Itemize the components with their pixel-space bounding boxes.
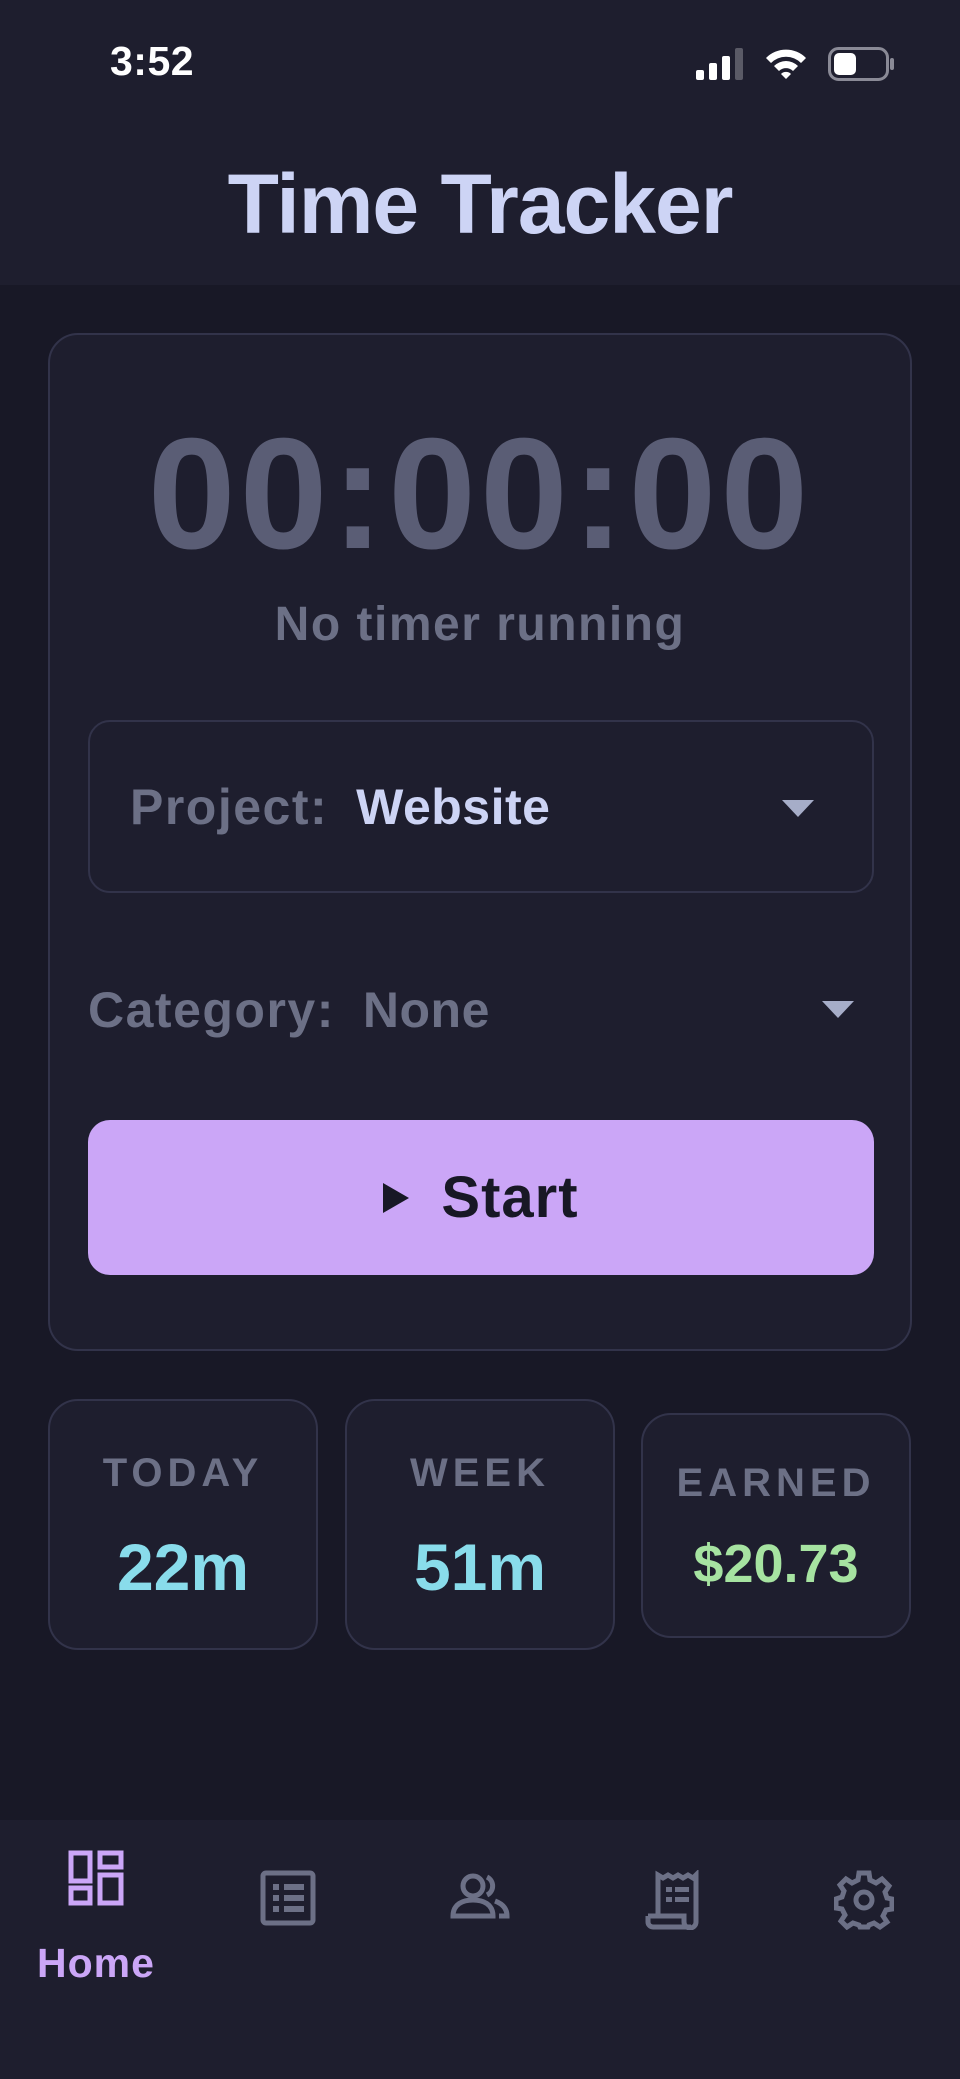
stat-earned-value: $20.73 — [693, 1534, 859, 1594]
timer-display: 00:00:00 — [147, 406, 813, 582]
people-icon — [450, 1873, 510, 1919]
stat-week-value: 51m — [413, 1530, 547, 1604]
nav-item-settings[interactable] — [784, 1870, 944, 2010]
receipt-icon — [645, 1870, 699, 1930]
chevron-down-icon — [822, 1001, 854, 1018]
stat-week-card: WEEK 51m — [345, 1399, 615, 1650]
play-icon — [383, 1182, 410, 1213]
category-value: None — [362, 982, 490, 1038]
stat-today-value: 22m — [116, 1530, 250, 1604]
gear-icon — [834, 1870, 894, 1930]
nav-item-home[interactable]: Home — [16, 1850, 176, 1990]
project-label: Project: — [130, 778, 329, 835]
stat-week-label: WEEK — [410, 1451, 550, 1495]
stat-today-label: TODAY — [102, 1451, 264, 1495]
header-bar: 3:52 Time Tracker — [0, 0, 960, 285]
battery-icon — [828, 47, 894, 81]
category-select[interactable]: Category: None — [88, 955, 874, 1065]
nav-item-home-label: Home — [37, 1940, 155, 1986]
app-screen: 3:52 Time Tracker 00:00:00 No timer runn… — [0, 0, 960, 2079]
dashboard-icon — [68, 1850, 124, 1906]
status-icons — [696, 44, 896, 84]
nav-item-entries[interactable] — [208, 1870, 368, 2010]
stat-earned-card: EARNED $20.73 — [641, 1413, 911, 1638]
timer-card: 00:00:00 No timer running Project: Websi… — [48, 333, 912, 1351]
start-button-label: Start — [441, 1165, 579, 1230]
status-time: 3:52 — [110, 38, 195, 84]
category-label: Category: — [88, 982, 335, 1038]
stat-today-card: TODAY 22m — [48, 1399, 318, 1650]
bottom-nav: Home — [0, 1820, 960, 2079]
project-value: Website — [356, 778, 551, 835]
project-select[interactable]: Project: Website — [88, 720, 874, 893]
nav-item-invoices[interactable] — [592, 1870, 752, 2010]
chevron-down-icon — [782, 800, 814, 817]
stat-earned-label: EARNED — [676, 1461, 876, 1505]
page-title: Time Tracker — [227, 157, 734, 251]
cellular-signal-icon — [696, 48, 743, 80]
list-icon — [260, 1870, 316, 1926]
nav-item-clients[interactable] — [400, 1870, 560, 2010]
timer-status: No timer running — [274, 598, 686, 651]
start-button[interactable]: Start — [88, 1120, 874, 1275]
wifi-icon — [766, 49, 806, 79]
